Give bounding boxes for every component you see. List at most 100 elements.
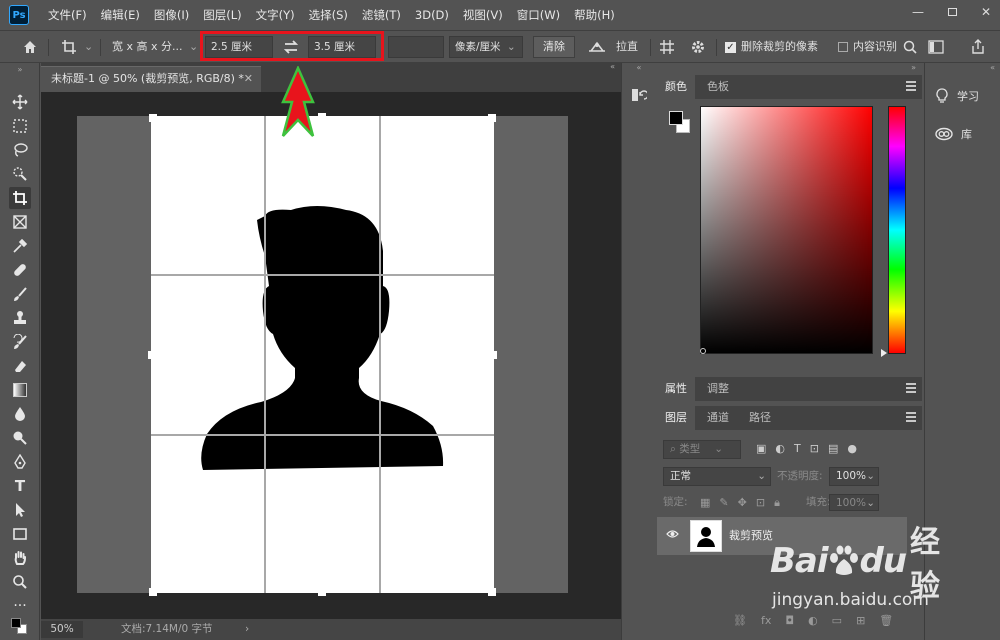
eraser-tool-icon[interactable] bbox=[9, 355, 31, 377]
menu-help[interactable]: 帮助(H) bbox=[567, 7, 622, 23]
overlay-grid-icon[interactable] bbox=[659, 36, 679, 58]
layer-filter-select[interactable]: ⌕ 类型 ⌄ bbox=[663, 440, 741, 459]
tab-paths[interactable]: 路径 bbox=[741, 406, 779, 430]
layer-visibility-eye-icon[interactable] bbox=[666, 529, 679, 542]
crop-handle-bottom[interactable] bbox=[318, 593, 326, 596]
tab-channels[interactable]: 通道 bbox=[699, 406, 737, 430]
crop-tool-icon[interactable] bbox=[9, 187, 31, 209]
preset-chevron-icon[interactable]: ⌄ bbox=[84, 36, 93, 58]
lock-paint-icon[interactable]: ✎ bbox=[719, 494, 728, 511]
expand-panels-icon[interactable]: « bbox=[622, 63, 656, 73]
menu-view[interactable]: 视图(V) bbox=[456, 7, 510, 23]
foreground-color-swatch[interactable] bbox=[669, 111, 683, 125]
crop-handle-top[interactable] bbox=[318, 113, 326, 116]
layers-panel-menu-icon[interactable] bbox=[906, 412, 916, 422]
tab-properties[interactable]: 属性 bbox=[657, 377, 695, 401]
crop-handle-top-right-v[interactable] bbox=[492, 114, 496, 122]
tab-color[interactable]: 颜色 bbox=[657, 75, 695, 99]
menu-edit[interactable]: 编辑(E) bbox=[94, 7, 147, 23]
pen-tool-icon[interactable] bbox=[9, 451, 31, 473]
close-icon[interactable]: ✕ bbox=[980, 5, 992, 19]
crop-handle-bottom-left-v[interactable] bbox=[149, 588, 153, 596]
collapse-dock-icon[interactable]: » bbox=[657, 63, 922, 73]
menu-filter[interactable]: 滤镜(T) bbox=[355, 7, 408, 23]
ratio-select[interactable]: 宽 x 高 x 分... ⌄ bbox=[112, 36, 198, 58]
menu-type[interactable]: 文字(Y) bbox=[249, 7, 302, 23]
history-panel-icon[interactable] bbox=[631, 87, 649, 103]
filter-smart-object-icon[interactable]: ▤ bbox=[828, 442, 838, 455]
gear-icon[interactable] bbox=[690, 36, 710, 58]
menu-select[interactable]: 选择(S) bbox=[302, 7, 355, 23]
more-tools-icon[interactable]: ··· bbox=[9, 595, 31, 617]
filter-adjustment-icon[interactable]: ◐ bbox=[775, 442, 785, 455]
menu-file[interactable]: 文件(F) bbox=[41, 7, 94, 23]
color-panel-menu-icon[interactable] bbox=[906, 81, 916, 91]
crop-tool-preset-icon[interactable] bbox=[58, 36, 80, 58]
blend-mode-select[interactable]: 正常 ⌄ bbox=[663, 467, 771, 486]
marquee-tool-icon[interactable] bbox=[9, 115, 31, 137]
history-brush-tool-icon[interactable] bbox=[9, 331, 31, 353]
stamp-tool-icon[interactable] bbox=[9, 307, 31, 329]
blur-tool-icon[interactable] bbox=[9, 403, 31, 425]
color-picker-cursor[interactable] bbox=[700, 348, 706, 354]
eyedropper-tool-icon[interactable] bbox=[9, 235, 31, 257]
fill-field[interactable]: 100% ⌄ bbox=[829, 494, 879, 511]
filter-toggle-icon[interactable]: ● bbox=[847, 442, 857, 455]
menu-window[interactable]: 窗口(W) bbox=[510, 7, 567, 23]
filter-shape-icon[interactable]: ⊡ bbox=[810, 442, 819, 455]
dodge-tool-icon[interactable] bbox=[9, 427, 31, 449]
lock-position-icon[interactable]: ✥ bbox=[738, 494, 747, 511]
filter-pixel-icon[interactable]: ▣ bbox=[756, 442, 766, 455]
lock-artboard-icon[interactable]: ⊡ bbox=[756, 494, 765, 511]
collapse-toolbar-icon[interactable]: » bbox=[9, 63, 31, 75]
zoom-level[interactable]: 50% bbox=[41, 621, 83, 638]
resolution-field[interactable] bbox=[388, 36, 444, 58]
minimize-icon[interactable]: — bbox=[912, 5, 924, 19]
workspace-icon[interactable] bbox=[928, 36, 948, 58]
hand-tool-icon[interactable] bbox=[9, 547, 31, 569]
tab-adjustments[interactable]: 调整 bbox=[699, 377, 737, 401]
brush-tool-icon[interactable] bbox=[9, 283, 31, 305]
opacity-field[interactable]: 100% ⌄ bbox=[829, 467, 879, 486]
clear-button[interactable]: 清除 bbox=[533, 36, 575, 58]
content-aware-checkbox[interactable]: 内容识别 bbox=[838, 36, 910, 58]
learn-item[interactable]: 学习 bbox=[925, 81, 1000, 111]
type-tool-icon[interactable]: T bbox=[9, 475, 31, 497]
crop-handle-right[interactable] bbox=[494, 351, 497, 359]
link-layers-icon[interactable]: ⛓︎ bbox=[733, 614, 747, 627]
frame-tool-icon[interactable] bbox=[9, 211, 31, 233]
rectangle-tool-icon[interactable] bbox=[9, 523, 31, 545]
gradient-tool-icon[interactable] bbox=[9, 379, 31, 401]
hue-slider[interactable] bbox=[888, 106, 906, 354]
menu-image[interactable]: 图像(I) bbox=[147, 7, 196, 23]
move-tool-icon[interactable] bbox=[9, 91, 31, 113]
properties-panel-menu-icon[interactable] bbox=[906, 383, 916, 393]
menu-layer[interactable]: 图层(L) bbox=[196, 7, 248, 23]
zoom-tool-icon[interactable] bbox=[9, 571, 31, 593]
crop-handle-left[interactable] bbox=[148, 351, 151, 359]
collapse-learn-icon[interactable]: « bbox=[925, 63, 1000, 73]
hue-slider-handle[interactable] bbox=[881, 349, 887, 357]
color-swatches-icon[interactable] bbox=[9, 616, 31, 638]
status-menu-icon[interactable]: › bbox=[245, 619, 249, 640]
tab-layers[interactable]: 图层 bbox=[657, 406, 695, 430]
lock-transparency-icon[interactable]: ▦ bbox=[700, 494, 710, 511]
unit-select[interactable]: 像素/厘米 ⌄ bbox=[449, 36, 523, 58]
libraries-item[interactable]: 库 bbox=[925, 119, 1000, 149]
close-tab-icon[interactable]: ✕ bbox=[244, 67, 253, 91]
crop-handle-bottom-right-v[interactable] bbox=[492, 588, 496, 596]
document-tab[interactable]: 未标题-1 @ 50% (裁剪预览, RGB/8) * ✕ bbox=[41, 66, 261, 92]
document-canvas[interactable] bbox=[151, 116, 494, 593]
straighten-icon[interactable] bbox=[588, 36, 608, 58]
lasso-tool-icon[interactable] bbox=[9, 139, 31, 161]
path-select-tool-icon[interactable] bbox=[9, 499, 31, 521]
tab-swatches[interactable]: 色板 bbox=[699, 75, 737, 99]
share-icon[interactable] bbox=[970, 36, 990, 58]
crop-handle-top-left-v[interactable] bbox=[149, 114, 153, 122]
color-picker-field[interactable] bbox=[700, 106, 873, 354]
straighten-label[interactable]: 拉直 bbox=[616, 36, 638, 58]
maximize-icon[interactable] bbox=[946, 6, 958, 18]
lock-all-icon[interactable]: 🔒︎ bbox=[774, 494, 780, 511]
healing-brush-tool-icon[interactable] bbox=[9, 259, 31, 281]
menu-3d[interactable]: 3D(D) bbox=[408, 8, 456, 22]
